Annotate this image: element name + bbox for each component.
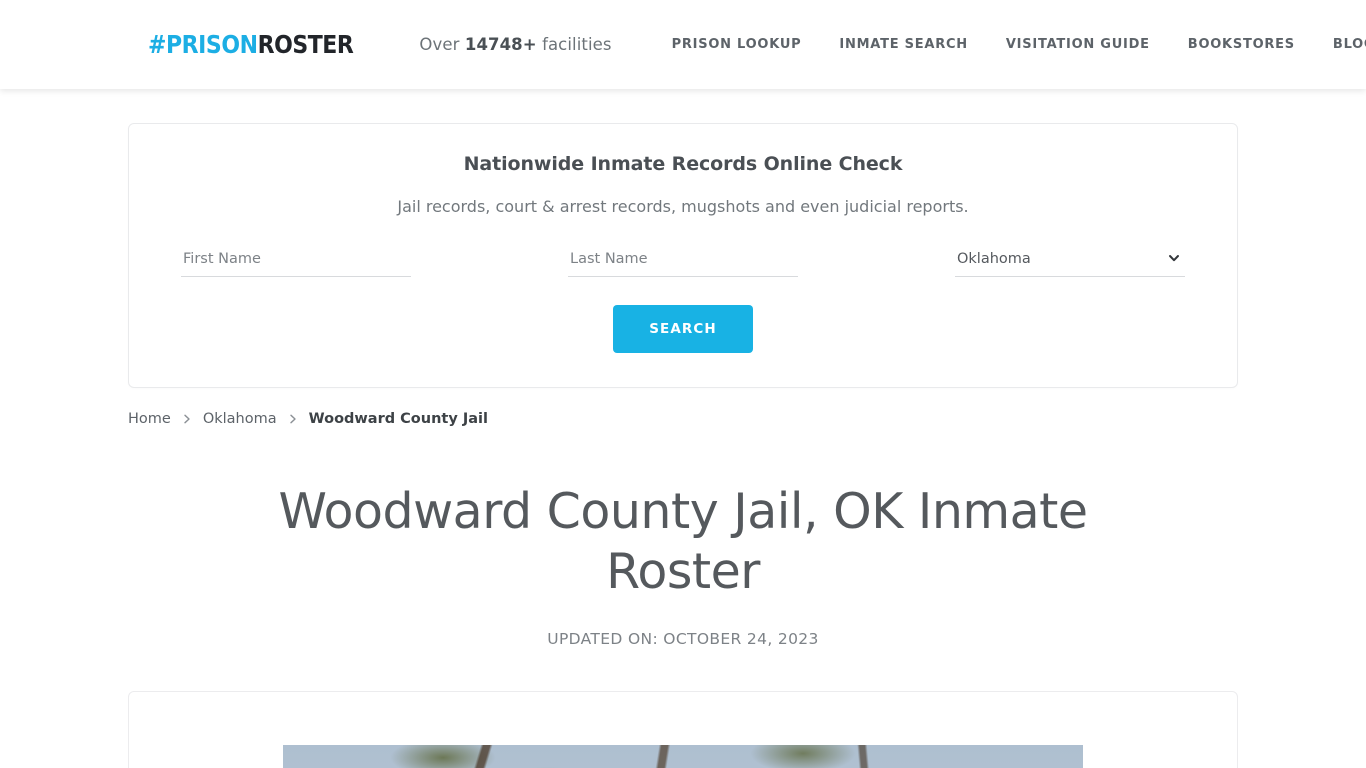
state-select[interactable]: Oklahoma bbox=[955, 246, 1185, 277]
updated-on-label: UPDATED ON: OCTOBER 24, 2023 bbox=[547, 629, 819, 648]
page-body: Nationwide Inmate Records Online Check J… bbox=[0, 123, 1366, 768]
breadcrumb: Home Oklahoma Woodward County Jail bbox=[128, 412, 1238, 427]
nav-bookstores[interactable]: BOOKSTORES bbox=[1169, 31, 1314, 58]
nav-blog[interactable]: BLOG bbox=[1314, 31, 1366, 58]
search-card-subtitle: Jail records, court & arrest records, mu… bbox=[397, 196, 969, 216]
site-logo[interactable]: #PRISONROSTER bbox=[148, 30, 354, 59]
main-navigation: PRISON LOOKUP INMATE SEARCH VISITATION G… bbox=[653, 31, 1366, 58]
state-field-wrap: Oklahoma bbox=[955, 246, 1185, 277]
chevron-right-icon bbox=[181, 413, 193, 425]
search-fields-row: Oklahoma bbox=[159, 246, 1207, 277]
last-name-input[interactable] bbox=[568, 246, 798, 277]
first-name-field-wrap bbox=[181, 246, 411, 277]
first-name-input[interactable] bbox=[181, 246, 411, 277]
content-container: Nationwide Inmate Records Online Check J… bbox=[128, 123, 1238, 768]
nav-inmate-search[interactable]: INMATE SEARCH bbox=[820, 31, 986, 58]
logo-text-primary: #PRISON bbox=[148, 30, 258, 59]
nav-visitation-guide[interactable]: VISITATION GUIDE bbox=[987, 31, 1169, 58]
facilities-prefix: Over bbox=[419, 35, 460, 54]
breadcrumb-item-current: Woodward County Jail bbox=[308, 410, 488, 427]
page-title: Woodward County Jail, OK Inmate Roster bbox=[278, 483, 1088, 601]
chevron-right-icon bbox=[287, 413, 299, 425]
logo-text-secondary: ROSTER bbox=[257, 30, 354, 59]
photo-branch-layer bbox=[283, 744, 1083, 768]
search-button[interactable]: SEARCH bbox=[613, 304, 753, 353]
facilities-number: 14748+ bbox=[464, 35, 537, 54]
header-inner: #PRISONROSTER Over 14748+ facilities PRI… bbox=[0, 0, 1366, 89]
facility-photo bbox=[283, 744, 1083, 768]
breadcrumb-item-oklahoma[interactable]: Oklahoma bbox=[203, 412, 277, 427]
facilities-suffix: facilities bbox=[542, 35, 612, 54]
search-card-title: Nationwide Inmate Records Online Check bbox=[463, 153, 903, 175]
article-card bbox=[128, 690, 1238, 768]
last-name-field-wrap bbox=[568, 246, 798, 277]
facility-photo-wrap bbox=[283, 744, 1083, 768]
facilities-count: Over 14748+ facilities bbox=[419, 35, 611, 54]
search-button-row: SEARCH bbox=[159, 304, 1207, 353]
page-viewport: #PRISONROSTER Over 14748+ facilities PRI… bbox=[0, 0, 1366, 768]
nav-prison-lookup[interactable]: PRISON LOOKUP bbox=[653, 31, 821, 58]
inmate-search-card: Nationwide Inmate Records Online Check J… bbox=[128, 123, 1238, 388]
breadcrumb-item-home[interactable]: Home bbox=[128, 412, 171, 427]
site-header: #PRISONROSTER Over 14748+ facilities PRI… bbox=[0, 0, 1366, 89]
